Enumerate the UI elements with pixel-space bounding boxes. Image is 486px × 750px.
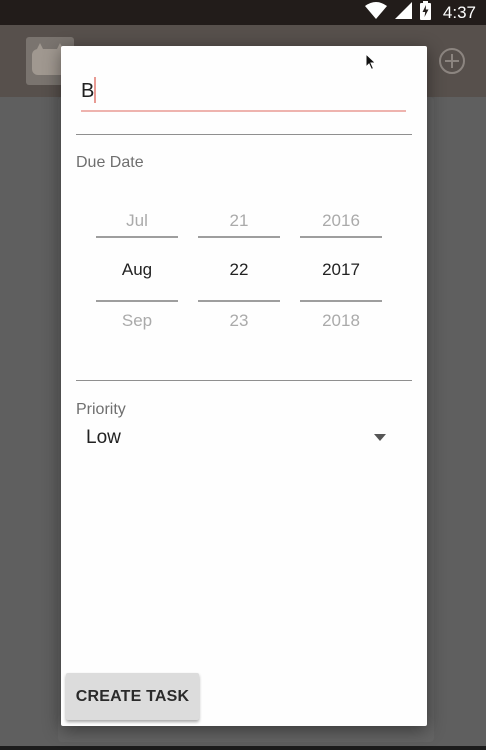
- mouse-pointer-icon: [365, 52, 377, 76]
- status-bar: 4:37: [0, 0, 486, 25]
- status-icons: 4:37: [364, 0, 476, 25]
- month-picker[interactable]: Jul Aug Sep: [96, 196, 178, 346]
- priority-label: Priority: [76, 401, 126, 418]
- year-prev[interactable]: 2016: [300, 211, 382, 231]
- priority-select[interactable]: Low: [76, 424, 396, 454]
- create-task-button[interactable]: CREATE TASK: [66, 673, 199, 720]
- year-current[interactable]: 2017: [300, 260, 382, 280]
- picker-divider: [300, 300, 382, 302]
- priority-value: Low: [86, 427, 121, 448]
- picker-divider: [300, 236, 382, 238]
- cell-signal-icon: [394, 1, 412, 24]
- month-current[interactable]: Aug: [96, 260, 178, 280]
- picker-divider: [198, 236, 280, 238]
- battery-charging-icon: [419, 0, 431, 25]
- divider-middle: [76, 380, 412, 381]
- day-picker[interactable]: 21 22 23: [198, 196, 280, 346]
- year-picker[interactable]: 2016 2017 2018: [300, 196, 382, 346]
- navigation-edge: [0, 746, 486, 750]
- dropdown-arrow-icon[interactable]: [374, 434, 386, 441]
- task-title-field[interactable]: [81, 74, 406, 112]
- status-time: 4:37: [442, 2, 476, 22]
- divider-top: [76, 134, 412, 135]
- day-prev[interactable]: 21: [198, 211, 280, 231]
- month-prev[interactable]: Jul: [96, 211, 178, 231]
- month-next[interactable]: Sep: [96, 311, 178, 331]
- task-title-input[interactable]: [81, 76, 406, 106]
- picker-divider: [96, 236, 178, 238]
- day-current[interactable]: 22: [198, 260, 280, 280]
- text-caret: [94, 77, 96, 103]
- create-task-dialog: Due Date Jul Aug Sep 21 22 23 2016 2017 …: [61, 46, 427, 726]
- year-next[interactable]: 2018: [300, 311, 382, 331]
- add-circle-icon[interactable]: [438, 47, 466, 80]
- day-next[interactable]: 23: [198, 311, 280, 331]
- picker-divider: [96, 300, 178, 302]
- due-date-label: Due Date: [76, 154, 144, 171]
- wifi-icon: [364, 1, 387, 24]
- picker-divider: [198, 300, 280, 302]
